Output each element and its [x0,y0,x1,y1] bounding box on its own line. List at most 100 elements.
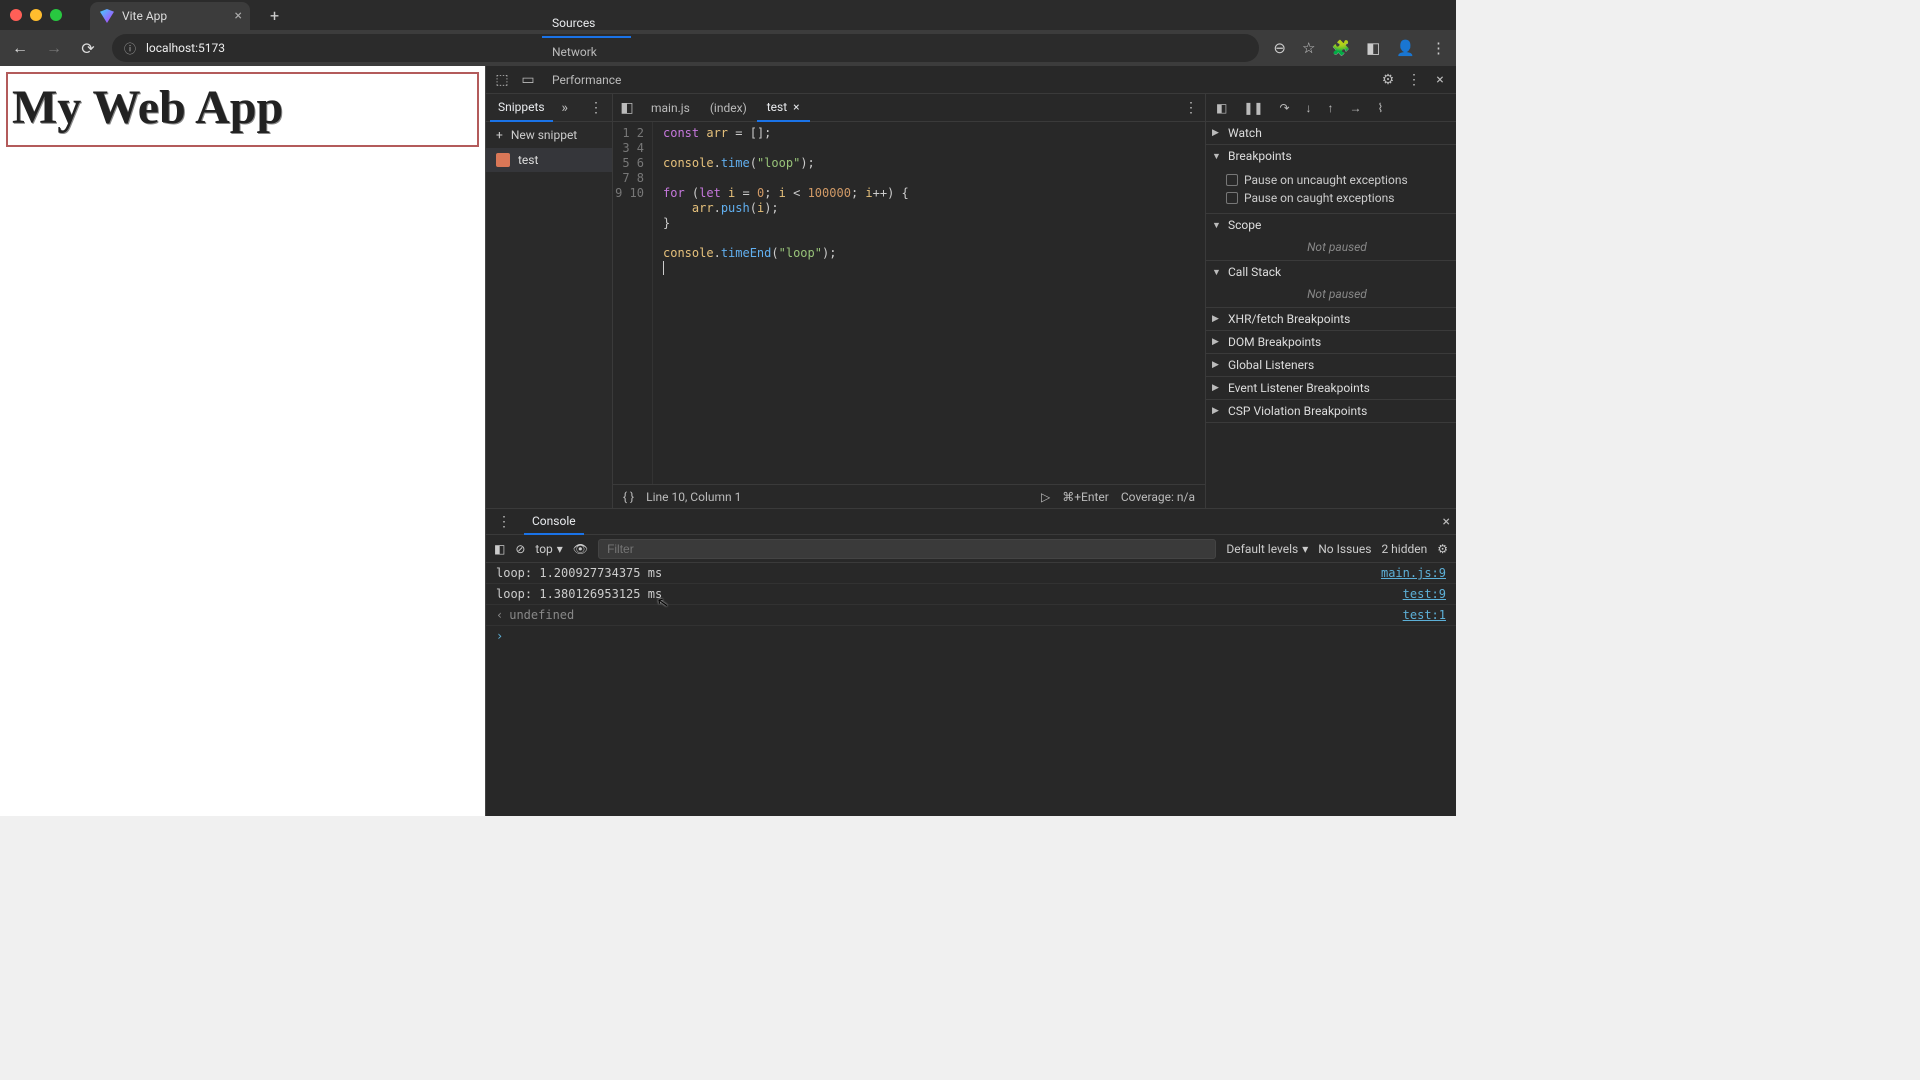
console-filter-input[interactable] [598,539,1216,559]
console-log-row[interactable]: loop: 1.200927734375 msmain.js:9 [486,563,1456,584]
window-close-button[interactable] [10,9,22,21]
section-header[interactable]: ▼Scope [1206,214,1456,236]
editor-tab[interactable]: main.js [641,94,700,122]
log-source-link[interactable]: test:1 [1403,608,1446,622]
deactivate-breakpoints-icon[interactable]: ⌇ [1378,101,1384,115]
console-settings-icon[interactable]: ⚙ [1437,542,1448,556]
new-snippet-button[interactable]: + New snippet [486,122,612,148]
editor-tab[interactable]: (index) [700,94,757,122]
devtools-tab-sources[interactable]: Sources [542,10,631,38]
devtools-tab-console[interactable]: Console [542,0,631,10]
snippet-label: test [518,153,538,167]
step-into-icon[interactable]: ↓ [1306,101,1312,115]
plus-icon: + [496,128,503,142]
back-button[interactable]: ← [10,38,30,58]
step-out-icon[interactable]: ↑ [1328,101,1334,115]
more-tabs-icon[interactable]: » [553,100,577,116]
new-tab-button[interactable]: + [270,6,279,25]
log-source-link[interactable]: main.js:9 [1381,566,1446,580]
section-title: XHR/fetch Breakpoints [1228,312,1350,326]
devtools-main-tabs: ⬚ ▭ ElementsConsoleSourcesNetworkPerform… [486,66,1456,94]
zoom-icon[interactable]: ⊖ [1273,39,1286,57]
return-arrow-icon: ‹ [496,608,503,622]
section-title: Call Stack [1228,265,1281,279]
editor-tab[interactable]: test× [757,94,810,122]
code-content[interactable]: const arr = []; console.time("loop"); fo… [653,122,1205,484]
section-header[interactable]: ▶ CSP Violation Breakpoints [1206,400,1456,422]
console-output[interactable]: loop: 1.200927734375 msmain.js:9loop: 1.… [486,563,1456,816]
section-header[interactable]: ▶XHR/fetch Breakpoints [1206,308,1456,330]
step-over-icon[interactable]: ↷ [1279,101,1289,115]
pause-icon[interactable]: ❚❚ [1243,101,1263,115]
live-expression-icon[interactable]: 👁 [573,542,588,556]
breakpoint-option[interactable]: Pause on uncaught exceptions [1226,171,1448,189]
traffic-lights [10,9,62,21]
pretty-print-icon[interactable]: { } [623,490,634,504]
console-log-row[interactable]: ‹undefinedtest:1 [486,605,1456,626]
drawer-menu-icon[interactable]: ⋮ [492,514,516,530]
hidden-count[interactable]: 2 hidden [1381,542,1427,556]
toggle-navigator-icon[interactable]: ◧ [615,100,639,116]
log-levels-select[interactable]: Default levels ▾ [1226,542,1308,556]
toggle-sidebar-icon[interactable]: ◧ [1216,101,1227,115]
console-toolbar: ◧ ⊘ top ▾ 👁 Default levels ▾ No Issues 2… [486,535,1456,563]
run-snippet-icon[interactable]: ▷ [1041,490,1050,504]
devtools-menu-icon[interactable]: ⋮ [1402,72,1426,88]
cursor-position: Line 10, Column 1 [646,490,741,504]
tab-close-button[interactable]: × [235,9,242,23]
forward-button[interactable]: → [44,38,64,58]
section-header[interactable]: ▼Breakpoints [1206,145,1456,167]
editor-menu-icon[interactable]: ⋮ [1179,100,1203,116]
site-info-icon[interactable]: ⓘ [124,40,136,57]
console-drawer-tab[interactable]: Console [524,509,584,535]
snippets-tab[interactable]: Snippets [490,94,553,122]
sources-navigator: Snippets » ⋮ + New snippet test [486,94,613,508]
reload-button[interactable]: ⟳ [78,39,98,58]
disclosure-triangle-icon: ▶ [1212,406,1222,416]
step-icon[interactable]: → [1350,101,1362,115]
context-label: top [535,542,552,556]
console-sidebar-icon[interactable]: ◧ [494,542,505,556]
issues-label[interactable]: No Issues [1318,542,1371,556]
window-minimize-button[interactable] [30,9,42,21]
section-header[interactable]: ▶Watch [1206,122,1456,144]
profile-icon[interactable]: 👤 [1396,39,1415,57]
console-prompt[interactable]: › [486,626,1456,646]
section-header[interactable]: ▶Event Listener Breakpoints [1206,377,1456,399]
section-title: DOM Breakpoints [1228,335,1321,349]
chrome-menu-icon[interactable]: ⋮ [1431,39,1446,57]
disclosure-triangle-icon: ▶ [1212,337,1222,347]
device-toolbar-icon[interactable]: ▭ [516,72,540,88]
code-editor[interactable]: 1 2 3 4 5 6 7 8 9 10 const arr = []; con… [613,122,1205,484]
section-header[interactable]: ▶Global Listeners [1206,354,1456,376]
chevron-down-icon: ▾ [1302,542,1308,556]
extensions-icon[interactable]: 🧩 [1331,39,1350,57]
snippet-item[interactable]: test [486,148,612,172]
chevron-down-icon: ▾ [557,542,563,556]
devtools-panel: ⬚ ▭ ElementsConsoleSourcesNetworkPerform… [485,66,1456,816]
breakpoint-option[interactable]: Pause on caught exceptions [1226,189,1448,207]
devtools-tab-network[interactable]: Network [542,38,631,66]
devtools-close-icon[interactable]: × [1428,72,1452,88]
section-header[interactable]: ▶ DOM Breakpoints [1206,331,1456,353]
devtools-tab-performance[interactable]: Performance [542,66,631,94]
clear-console-icon[interactable]: ⊘ [515,542,525,556]
execution-context-select[interactable]: top ▾ [535,542,562,556]
section-title: CSP Violation Breakpoints [1228,404,1367,418]
disclosure-triangle-icon: ▶ [1212,383,1222,393]
bookmark-icon[interactable]: ☆ [1302,39,1315,57]
debugger-section-event-listener-breakpoints: ▶Event Listener Breakpoints [1206,377,1456,400]
section-header[interactable]: ▼Call Stack [1206,261,1456,283]
drawer-close-icon[interactable]: × [1443,514,1450,530]
browser-tab[interactable]: Vite App × [90,2,250,30]
window-maximize-button[interactable] [50,9,62,21]
console-log-row[interactable]: loop: 1.380126953125 mstest:9 [486,584,1456,605]
log-source-link[interactable]: test:9 [1403,587,1446,601]
devtools-settings-icon[interactable]: ⚙ [1376,72,1400,88]
close-icon[interactable]: × [793,100,799,114]
debugger-section-global-listeners: ▶Global Listeners [1206,354,1456,377]
inspect-element-icon[interactable]: ⬚ [490,72,514,88]
side-panel-icon[interactable]: ◧ [1366,39,1380,57]
url-bar[interactable]: ⓘ localhost:5173 [112,34,1259,62]
navigator-menu-icon[interactable]: ⋮ [584,100,608,116]
